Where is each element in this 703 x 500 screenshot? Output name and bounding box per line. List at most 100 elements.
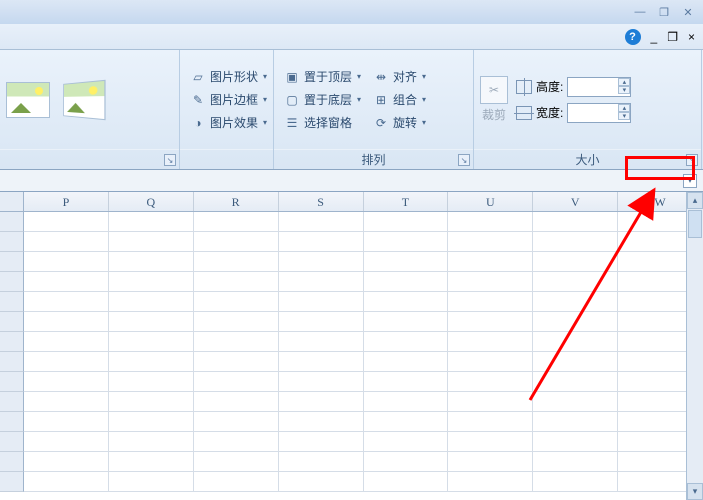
- cell[interactable]: [448, 212, 533, 232]
- scroll-up-button[interactable]: ▴: [687, 192, 703, 209]
- picture-shape-button[interactable]: ▱ 图片形状 ▾: [186, 66, 271, 87]
- cell[interactable]: [364, 272, 449, 292]
- cell[interactable]: [194, 432, 279, 452]
- picture-effects-button[interactable]: ◑ 图片效果 ▾: [186, 112, 271, 133]
- cell[interactable]: [109, 352, 194, 372]
- cell[interactable]: [194, 232, 279, 252]
- cell[interactable]: [109, 472, 194, 492]
- row-header[interactable]: [0, 392, 24, 412]
- cell[interactable]: [364, 472, 449, 492]
- select-all-corner[interactable]: [0, 192, 24, 211]
- cell[interactable]: [448, 432, 533, 452]
- formula-bar-expand-button[interactable]: ▾: [683, 174, 697, 188]
- cell[interactable]: [364, 332, 449, 352]
- row-header[interactable]: [0, 452, 24, 472]
- cell[interactable]: [279, 252, 364, 272]
- cell[interactable]: [364, 372, 449, 392]
- cell[interactable]: [448, 272, 533, 292]
- send-to-back-button[interactable]: ▢ 置于底层 ▾: [280, 89, 365, 110]
- cell[interactable]: [364, 452, 449, 472]
- row-header[interactable]: [0, 312, 24, 332]
- cell[interactable]: [279, 392, 364, 412]
- cell[interactable]: [533, 252, 618, 272]
- cell[interactable]: [24, 412, 109, 432]
- row-header[interactable]: [0, 352, 24, 372]
- cell[interactable]: [109, 272, 194, 292]
- cell[interactable]: [279, 272, 364, 292]
- column-header[interactable]: R: [194, 192, 279, 211]
- cell[interactable]: [109, 432, 194, 452]
- cell[interactable]: [533, 332, 618, 352]
- cell[interactable]: [364, 312, 449, 332]
- cell[interactable]: [279, 472, 364, 492]
- cell[interactable]: [448, 312, 533, 332]
- cell[interactable]: [364, 292, 449, 312]
- row-header[interactable]: [0, 212, 24, 232]
- cell[interactable]: [533, 272, 618, 292]
- cell[interactable]: [109, 332, 194, 352]
- cell[interactable]: [109, 412, 194, 432]
- ribbon-restore-button[interactable]: ❐: [667, 30, 678, 44]
- cell[interactable]: [279, 212, 364, 232]
- help-icon[interactable]: ?: [625, 29, 641, 45]
- picture-border-button[interactable]: ✎ 图片边框 ▾: [186, 89, 271, 110]
- cell[interactable]: [109, 392, 194, 412]
- crop-button[interactable]: ✂ 裁剪: [480, 76, 508, 123]
- cell[interactable]: [364, 412, 449, 432]
- cell[interactable]: [279, 452, 364, 472]
- height-spin-up[interactable]: ▴: [618, 78, 630, 86]
- cell[interactable]: [533, 372, 618, 392]
- row-header[interactable]: [0, 232, 24, 252]
- ribbon-close-button[interactable]: ×: [688, 30, 695, 44]
- cell[interactable]: [279, 332, 364, 352]
- cell[interactable]: [448, 292, 533, 312]
- row-header[interactable]: [0, 252, 24, 272]
- cell[interactable]: [448, 392, 533, 412]
- cell[interactable]: [194, 372, 279, 392]
- cell[interactable]: [24, 452, 109, 472]
- row-header[interactable]: [0, 272, 24, 292]
- align-button[interactable]: ⇹ 对齐 ▾: [369, 66, 430, 87]
- cell[interactable]: [24, 472, 109, 492]
- cell[interactable]: [533, 212, 618, 232]
- cell[interactable]: [109, 212, 194, 232]
- cell[interactable]: [533, 312, 618, 332]
- cell[interactable]: [109, 452, 194, 472]
- row-header[interactable]: [0, 412, 24, 432]
- cell[interactable]: [194, 472, 279, 492]
- cell[interactable]: [364, 252, 449, 272]
- column-header[interactable]: P: [24, 192, 109, 211]
- cell[interactable]: [194, 452, 279, 472]
- cell[interactable]: [448, 332, 533, 352]
- ribbon-minimize-button[interactable]: _: [651, 30, 658, 44]
- cell[interactable]: [24, 212, 109, 232]
- width-spin-down[interactable]: ▾: [618, 112, 630, 120]
- cell[interactable]: [194, 312, 279, 332]
- cell[interactable]: [533, 452, 618, 472]
- cell[interactable]: [24, 372, 109, 392]
- cell[interactable]: [279, 412, 364, 432]
- cell[interactable]: [194, 352, 279, 372]
- row-header[interactable]: [0, 292, 24, 312]
- cell[interactable]: [279, 432, 364, 452]
- cell[interactable]: [24, 392, 109, 412]
- cell[interactable]: [109, 232, 194, 252]
- picture-style-preset-1[interactable]: [6, 82, 50, 118]
- cell[interactable]: [109, 292, 194, 312]
- cell[interactable]: [533, 292, 618, 312]
- cell[interactable]: [533, 412, 618, 432]
- spreadsheet-grid[interactable]: P Q R S T U V W ▴ ▾: [0, 192, 703, 500]
- cell[interactable]: [448, 452, 533, 472]
- cell[interactable]: [279, 292, 364, 312]
- cell[interactable]: [533, 392, 618, 412]
- cell[interactable]: [364, 212, 449, 232]
- scroll-down-button[interactable]: ▾: [687, 483, 703, 500]
- cell[interactable]: [533, 232, 618, 252]
- cell[interactable]: [194, 392, 279, 412]
- cell[interactable]: [24, 432, 109, 452]
- cell[interactable]: [533, 432, 618, 452]
- cell[interactable]: [448, 252, 533, 272]
- column-header[interactable]: V: [533, 192, 618, 211]
- cell[interactable]: [279, 372, 364, 392]
- cell[interactable]: [533, 352, 618, 372]
